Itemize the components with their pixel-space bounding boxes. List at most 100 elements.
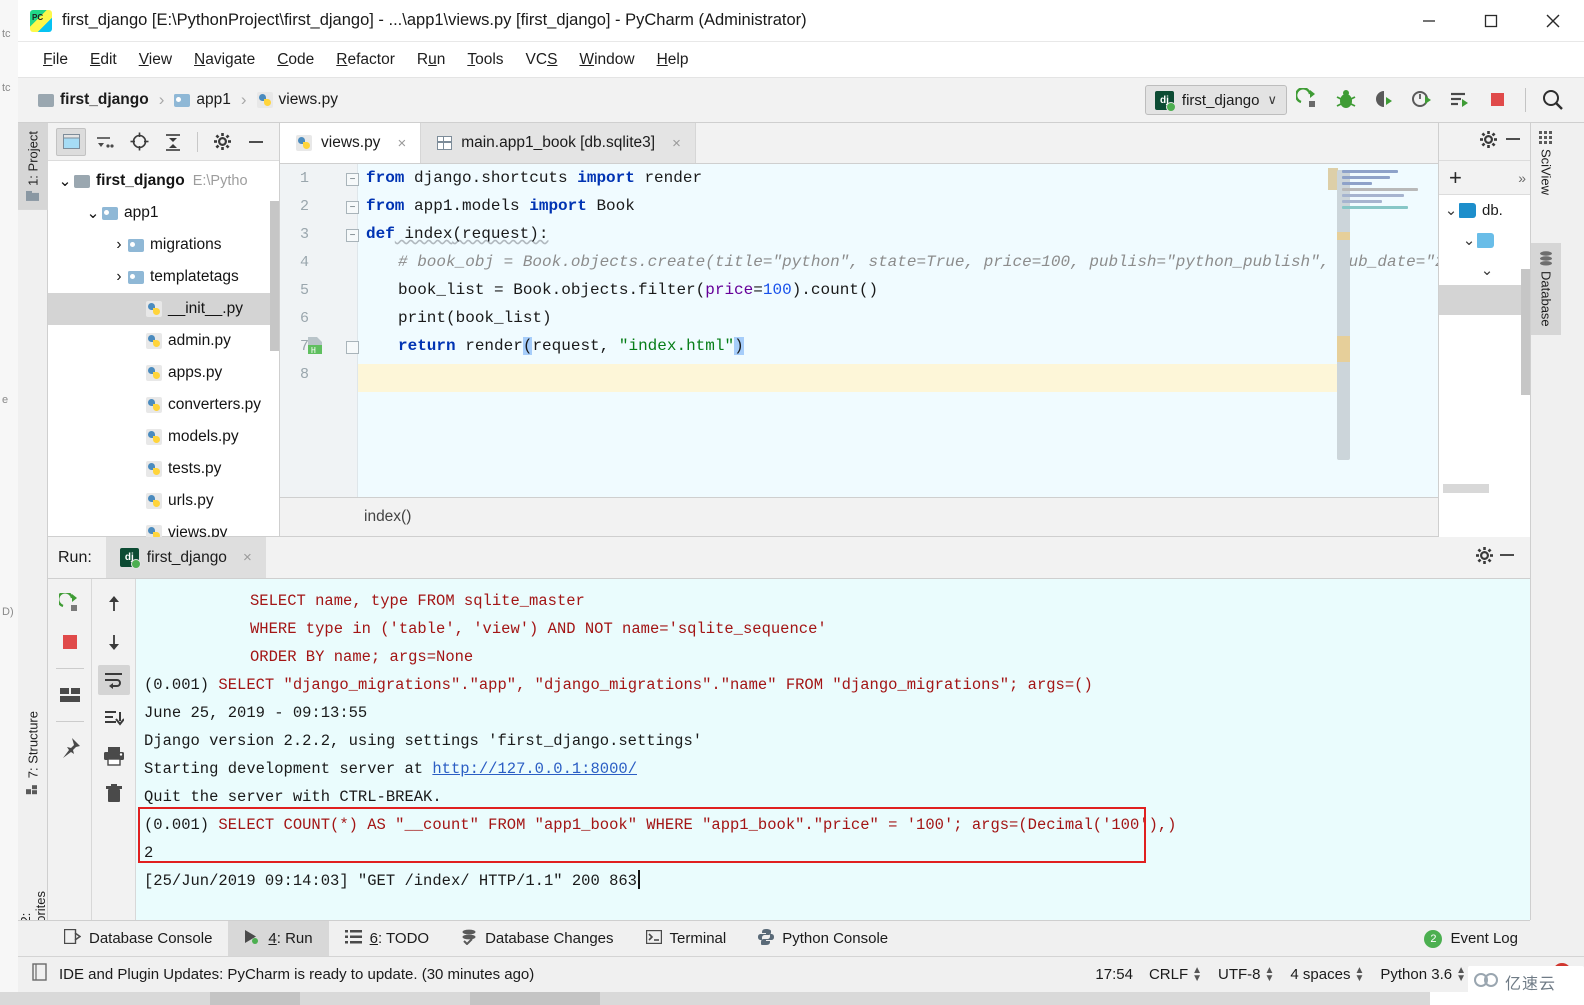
breadcrumb-item-app1[interactable]: app1	[170, 89, 234, 111]
bottom-tab-terminal[interactable]: Terminal	[630, 921, 743, 956]
close-icon[interactable]: ×	[672, 135, 681, 152]
server-url-link[interactable]: http://127.0.0.1:8000/	[432, 760, 637, 778]
chevron-down-icon[interactable]: ⌄	[1443, 201, 1459, 219]
run-gutter-icon[interactable]: H	[306, 336, 326, 355]
menu-vcs[interactable]: VCS	[515, 48, 569, 72]
collapse-filter-icon[interactable]	[90, 128, 120, 156]
debug-button[interactable]	[1329, 83, 1363, 117]
collapse-all-icon[interactable]	[158, 128, 188, 156]
tree-item-converters[interactable]: converters.py	[48, 389, 279, 421]
pin-tab-icon[interactable]	[54, 733, 86, 763]
soft-wrap-icon[interactable]	[97, 665, 130, 695]
gear-icon[interactable]	[207, 128, 237, 156]
sidebar-item-structure[interactable]: 7: Structure	[18, 703, 48, 803]
status-interpreter[interactable]: Python 3.6 ▲ ▼	[1380, 965, 1466, 983]
add-datasource-icon[interactable]: +	[1449, 166, 1462, 188]
editor-marker-changed[interactable]	[1337, 232, 1350, 240]
chevron-right-icon[interactable]: ›	[110, 268, 128, 286]
event-log-area[interactable]: 2 Event Log	[1424, 929, 1530, 948]
db-tree-item-root[interactable]: ⌄ db.	[1439, 195, 1530, 225]
clear-all-icon[interactable]	[98, 779, 130, 809]
menu-help[interactable]: Help	[646, 48, 700, 72]
run-tab-first-django[interactable]: dj first_django ×	[105, 537, 266, 578]
status-line-separator[interactable]: CRLF ▲ ▼	[1149, 965, 1202, 983]
tab-views-py[interactable]: views.py ×	[280, 123, 422, 163]
close-icon[interactable]: ×	[243, 549, 252, 566]
bottom-tab-todo[interactable]: 6: TODO	[329, 921, 445, 956]
stepper-icon[interactable]: ▲ ▼	[1265, 965, 1275, 983]
tree-item-views[interactable]: views.py	[48, 517, 279, 537]
chevron-down-icon[interactable]: ⌄	[56, 172, 74, 191]
close-button[interactable]	[1522, 0, 1584, 41]
tree-item-urls[interactable]: urls.py	[48, 485, 279, 517]
db-tree-item-tables[interactable]: ⌄	[1439, 255, 1530, 285]
search-everywhere-button[interactable]	[1536, 83, 1570, 117]
menu-window[interactable]: Window	[568, 48, 645, 72]
chevron-down-icon[interactable]: ⌄	[1461, 231, 1477, 249]
editor-structure-breadcrumb[interactable]: index()	[280, 497, 1438, 537]
down-arrow-icon[interactable]	[98, 627, 130, 657]
tree-item-init[interactable]: __init__.py	[48, 293, 279, 325]
fold-indicator-icon[interactable]: −	[346, 229, 359, 242]
menu-run[interactable]: Run	[406, 48, 456, 72]
locate-icon[interactable]	[124, 128, 154, 156]
hide-icon[interactable]	[241, 128, 271, 156]
sidebar-item-database[interactable]: Database	[1531, 243, 1561, 335]
gear-icon[interactable]	[1475, 546, 1494, 570]
tree-item-admin[interactable]: admin.py	[48, 325, 279, 357]
chevron-down-icon[interactable]: ⌄	[84, 204, 102, 223]
bottom-tab-python-console[interactable]: Python Console	[742, 921, 904, 956]
editor-marker-caret[interactable]	[1337, 336, 1350, 362]
database-horizontal-scrollbar[interactable]	[1443, 484, 1489, 493]
fold-indicator-icon[interactable]	[346, 341, 359, 354]
profile-button[interactable]	[1405, 83, 1439, 117]
code-text[interactable]: from django.shortcuts import render from…	[366, 164, 1438, 537]
print-icon[interactable]	[98, 741, 130, 771]
tree-item-models[interactable]: models.py	[48, 421, 279, 453]
stop-icon[interactable]	[54, 627, 86, 657]
database-scrollbar[interactable]	[1521, 269, 1530, 395]
tree-item-tests[interactable]: tests.py	[48, 453, 279, 485]
db-tree-item-selected[interactable]	[1439, 285, 1530, 315]
menu-edit[interactable]: Edit	[79, 48, 128, 72]
tab-main-app1-book[interactable]: main.app1_book [db.sqlite3] ×	[421, 123, 696, 163]
sidebar-item-project[interactable]: 1: Project	[18, 123, 48, 210]
tree-item-migrations[interactable]: › migrations	[48, 229, 279, 261]
code-editor[interactable]: 1 2 3 4 5 6 7 8 − − − H from django.shor…	[280, 163, 1438, 537]
sidebar-item-sciview[interactable]: SciView	[1531, 123, 1561, 203]
menu-view[interactable]: View	[128, 48, 183, 72]
bottom-tab-database-console[interactable]: Database Console	[48, 921, 228, 956]
run-dashboard-button[interactable]	[1443, 83, 1477, 117]
run-button[interactable]	[1291, 83, 1325, 117]
close-icon[interactable]: ×	[397, 135, 406, 152]
chevron-down-icon[interactable]: ⌄	[1479, 261, 1495, 279]
menu-code[interactable]: Code	[266, 48, 325, 72]
bottom-tab-run[interactable]: 4: Run	[228, 921, 329, 956]
chevron-right-icon[interactable]: ›	[110, 236, 128, 254]
stepper-icon[interactable]: ▲ ▼	[1456, 965, 1466, 983]
menu-tools[interactable]: Tools	[456, 48, 514, 72]
stepper-icon[interactable]: ▲ ▼	[1192, 965, 1202, 983]
tree-item-templatetags[interactable]: › templatetags	[48, 261, 279, 293]
hide-icon[interactable]	[1498, 546, 1516, 570]
rerun-icon[interactable]	[54, 589, 86, 619]
scroll-to-end-icon[interactable]	[98, 703, 130, 733]
restore-layout-icon[interactable]	[54, 680, 86, 710]
run-console-output[interactable]: SELECT name, type FROM sqlite_master WHE…	[136, 579, 1530, 920]
editor-gutter[interactable]: 1 2 3 4 5 6 7 8 − − − H	[280, 164, 359, 537]
stepper-icon[interactable]: ▲ ▼	[1354, 965, 1364, 983]
run-configuration-selector[interactable]: dj first_django ∨	[1144, 85, 1287, 115]
select-opened-file-icon[interactable]	[56, 127, 86, 156]
db-tree-item-schema[interactable]: ⌄	[1439, 225, 1530, 255]
fold-indicator-icon[interactable]: −	[346, 173, 359, 186]
menu-file[interactable]: File	[32, 48, 79, 72]
tree-item-first-django[interactable]: ⌄ first_django E:\Pytho	[48, 165, 279, 197]
project-scrollbar[interactable]	[270, 201, 279, 351]
breadcrumb-item-project[interactable]: first_django	[34, 89, 153, 111]
status-indent[interactable]: 4 spaces ▲ ▼	[1290, 965, 1364, 983]
up-arrow-icon[interactable]	[98, 589, 130, 619]
status-message-area[interactable]: IDE and Plugin Updates: PyCharm is ready…	[18, 963, 534, 986]
menu-refactor[interactable]: Refactor	[325, 48, 406, 72]
breadcrumb-item-views[interactable]: views.py	[253, 89, 342, 111]
maximize-button[interactable]	[1460, 0, 1522, 41]
